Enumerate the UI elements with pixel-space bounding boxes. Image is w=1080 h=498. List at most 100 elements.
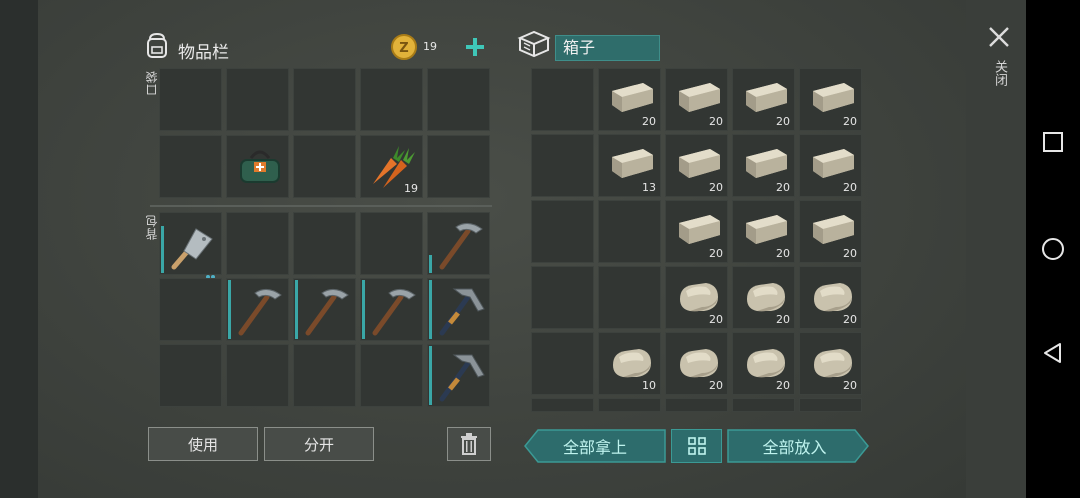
backpack-slot-2-2[interactable] — [293, 344, 356, 407]
left-edge — [0, 0, 38, 498]
system-nav-bar — [1026, 0, 1080, 498]
box-slot-5-0[interactable] — [531, 398, 594, 412]
backpack-slot-2-3[interactable] — [360, 344, 423, 407]
backpack-slot-0-2[interactable] — [293, 212, 356, 275]
box-slot-1-3[interactable]: 20 — [732, 134, 795, 197]
trash-icon[interactable] — [447, 427, 491, 461]
backpack-slot-0-1[interactable] — [226, 212, 289, 275]
home-icon[interactable] — [1040, 236, 1066, 262]
ammo-dots — [205, 264, 215, 279]
durability-bar — [429, 346, 432, 405]
sort-grid-button[interactable] — [671, 429, 722, 463]
item-quantity: 20 — [843, 115, 857, 128]
box-slot-4-4[interactable]: 20 — [799, 332, 862, 395]
backpack-slot-1-2[interactable] — [293, 278, 356, 341]
durability-bar — [429, 255, 432, 273]
backpack-slot-2-4[interactable] — [427, 344, 490, 407]
box-slot-1-4[interactable]: 20 — [799, 134, 862, 197]
pocket-label: 口袋 — [145, 70, 159, 96]
put-all-label: 全部放入 — [762, 438, 827, 457]
backpack-slot-0-0[interactable] — [159, 212, 222, 279]
box-title: 箱子 — [555, 35, 660, 61]
durability-bar — [295, 280, 298, 339]
split-button[interactable]: 分开 — [264, 427, 374, 461]
box-slot-2-0[interactable] — [531, 200, 594, 263]
box-slot-2-4[interactable]: 20 — [799, 200, 862, 263]
box-slot-4-1[interactable]: 10 — [598, 332, 661, 395]
item-quantity: 20 — [642, 115, 656, 128]
box-slot-2-3[interactable]: 20 — [732, 200, 795, 263]
box-slot-0-0[interactable] — [531, 68, 594, 131]
backpack-slot-0-4[interactable] — [427, 212, 490, 275]
box-slot-3-0[interactable] — [531, 266, 594, 329]
svg-text:Z: Z — [399, 41, 408, 56]
inventory-title: 物品栏 — [178, 43, 229, 63]
take-all-label: 全部拿上 — [562, 438, 627, 457]
backpack-slot-1-3[interactable] — [360, 278, 423, 341]
box-slot-3-1[interactable] — [598, 266, 661, 329]
box-slot-5-2[interactable] — [665, 398, 728, 412]
backpack-slot-1-0[interactable] — [159, 278, 222, 341]
pocket-slot-0-0[interactable] — [159, 68, 222, 131]
box-slot-5-1[interactable] — [598, 398, 661, 412]
item-quantity: 20 — [776, 313, 790, 326]
item-quantity: 20 — [709, 181, 723, 194]
item-quantity: 13 — [642, 181, 656, 194]
box-slot-0-4[interactable]: 20 — [799, 68, 862, 131]
box-slot-5-3[interactable] — [732, 398, 795, 412]
put-all-button[interactable]: 全部放入 — [727, 429, 869, 463]
item-quantity: 20 — [709, 115, 723, 128]
item-quantity: 20 — [776, 181, 790, 194]
recent-apps-icon[interactable] — [1041, 130, 1065, 154]
item-quantity: 20 — [776, 115, 790, 128]
box-slot-3-2[interactable]: 20 — [665, 266, 728, 329]
use-button[interactable]: 使用 — [148, 427, 258, 461]
coin-count: 19 — [423, 40, 437, 53]
close-icon[interactable] — [986, 24, 1012, 50]
box-slot-4-3[interactable]: 20 — [732, 332, 795, 395]
pocket-slot-0-3[interactable] — [360, 68, 423, 131]
backpack-slot-1-1[interactable] — [226, 278, 289, 341]
item-quantity: 20 — [776, 379, 790, 392]
pocket-slot-1-2[interactable] — [293, 135, 356, 198]
box-slot-1-0[interactable] — [531, 134, 594, 197]
pocket-slot-1-4[interactable] — [427, 135, 490, 198]
box-slot-3-3[interactable]: 20 — [732, 266, 795, 329]
backpack-icon — [140, 28, 174, 62]
pocket-slot-0-4[interactable] — [427, 68, 490, 131]
coin-icon: Z — [389, 32, 419, 62]
box-slot-2-1[interactable] — [598, 200, 661, 263]
durability-bar — [228, 280, 231, 339]
box-slot-4-2[interactable]: 20 — [665, 332, 728, 395]
item-quantity: 20 — [843, 313, 857, 326]
backpack-label: 背包 — [145, 214, 159, 240]
box-slot-3-4[interactable]: 20 — [799, 266, 862, 329]
box-slot-0-3[interactable]: 20 — [732, 68, 795, 131]
box-slot-4-0[interactable] — [531, 332, 594, 395]
box-slot-5-4[interactable] — [799, 398, 862, 412]
box-icon — [516, 28, 552, 60]
box-slot-2-2[interactable]: 20 — [665, 200, 728, 263]
item-quantity: 10 — [642, 379, 656, 392]
pocket-slot-1-0[interactable] — [159, 135, 222, 198]
pocket-slot-1-3[interactable]: 19 — [360, 135, 423, 198]
item-quantity: 20 — [709, 313, 723, 326]
box-slot-1-1[interactable]: 13 — [598, 134, 661, 197]
box-slot-0-2[interactable]: 20 — [665, 68, 728, 131]
close-label[interactable]: 关闭 — [990, 60, 1009, 86]
durability-bar — [161, 226, 164, 273]
add-coins-button[interactable] — [463, 35, 487, 59]
box-slot-1-2[interactable]: 20 — [665, 134, 728, 197]
backpack-slot-0-3[interactable] — [360, 212, 423, 275]
backpack-slot-2-1[interactable] — [226, 344, 289, 407]
pocket-slot-1-1[interactable] — [226, 135, 289, 198]
durability-bar — [362, 280, 365, 339]
item-quantity: 20 — [709, 379, 723, 392]
take-all-button[interactable]: 全部拿上 — [524, 429, 666, 463]
pocket-slot-0-1[interactable] — [226, 68, 289, 131]
pocket-slot-0-2[interactable] — [293, 68, 356, 131]
back-icon[interactable] — [1040, 340, 1066, 366]
box-slot-0-1[interactable]: 20 — [598, 68, 661, 131]
backpack-slot-2-0[interactable] — [159, 344, 222, 407]
backpack-slot-1-4[interactable] — [427, 278, 490, 341]
